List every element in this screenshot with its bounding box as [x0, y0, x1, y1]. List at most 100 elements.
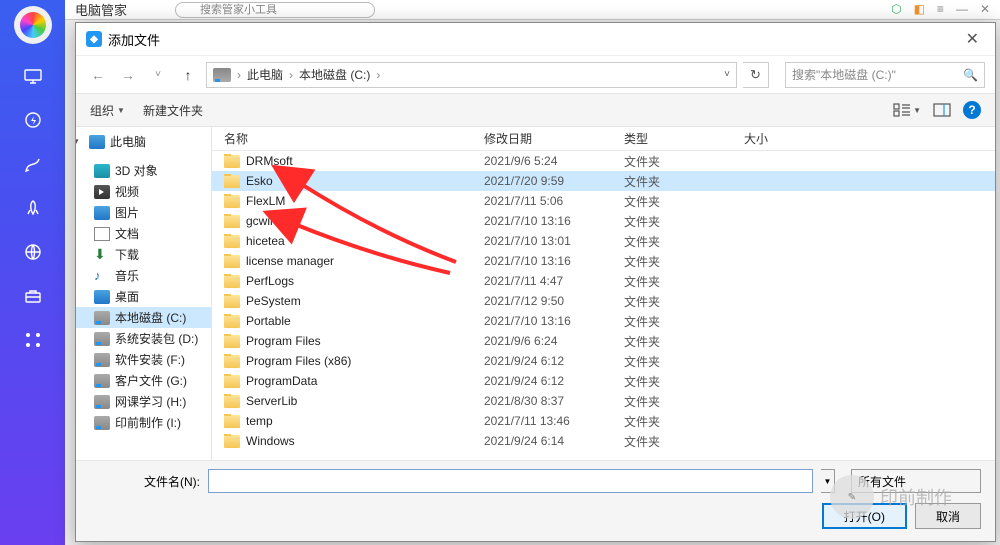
- tree-item[interactable]: ▾此电脑: [76, 131, 211, 152]
- address-dropdown[interactable]: ˅: [724, 69, 730, 80]
- close-icon[interactable]: ✕: [960, 29, 985, 49]
- sidebar-brush-icon[interactable]: [21, 152, 45, 176]
- refresh-button[interactable]: ↻: [743, 62, 769, 88]
- folder-icon: [224, 255, 240, 268]
- tree-item[interactable]: 文档: [76, 223, 211, 244]
- col-date[interactable]: 修改日期: [472, 130, 612, 147]
- app-sidebar: [0, 0, 65, 545]
- folder-icon: [224, 435, 240, 448]
- file-row[interactable]: ProgramData2021/9/24 6:12文件夹: [212, 371, 995, 391]
- tree-item[interactable]: 印前制作 (I:): [76, 412, 211, 433]
- file-dialog: ◆ 添加文件 ✕ ← → ˅ ↑ › 此电脑 › 本地磁盘 (C:) › ˅ ↻…: [75, 22, 996, 542]
- tree-item[interactable]: 3D 对象: [76, 160, 211, 181]
- file-row[interactable]: Program Files (x86)2021/9/24 6:12文件夹: [212, 351, 995, 371]
- sidebar-globe-icon[interactable]: [21, 240, 45, 264]
- preview-pane-button[interactable]: [933, 103, 951, 117]
- file-row[interactable]: FlexLM2021/7/11 5:06文件夹: [212, 191, 995, 211]
- folder-icon: [224, 355, 240, 368]
- tree-item[interactable]: 本地磁盘 (C:): [76, 307, 211, 328]
- bg-search-box[interactable]: 搜索管家小工具: [175, 2, 375, 18]
- folder-icon: [224, 235, 240, 248]
- watermark: ✎ 印前制作: [830, 467, 1000, 527]
- file-row[interactable]: PerfLogs2021/7/11 4:47文件夹: [212, 271, 995, 291]
- file-row[interactable]: gcwin2021/7/10 13:16文件夹: [212, 211, 995, 231]
- tree-icon: [94, 185, 110, 199]
- app-logo: [14, 6, 52, 44]
- tree-icon: [94, 164, 110, 178]
- bg-shirt-icon[interactable]: ◧: [914, 2, 925, 16]
- newfolder-button[interactable]: 新建文件夹: [143, 102, 203, 119]
- tree-icon: [94, 332, 110, 346]
- folder-icon: [224, 155, 240, 168]
- tree-item[interactable]: 系统安装包 (D:): [76, 328, 211, 349]
- dialog-title: 添加文件: [108, 30, 160, 49]
- col-name[interactable]: 名称: [212, 130, 472, 147]
- nav-back[interactable]: ←: [86, 63, 110, 87]
- search-icon: 🔍: [963, 68, 978, 82]
- tree-icon: [94, 206, 110, 220]
- file-row[interactable]: DRMsoft2021/9/6 5:24文件夹: [212, 151, 995, 171]
- crumb-drive[interactable]: 本地磁盘 (C:): [299, 66, 370, 83]
- help-button[interactable]: ?: [963, 101, 981, 119]
- file-row[interactable]: Program Files2021/9/6 6:24文件夹: [212, 331, 995, 351]
- col-size[interactable]: 大小: [732, 130, 995, 147]
- bg-min-icon[interactable]: —: [956, 2, 968, 16]
- file-row[interactable]: Esko2021/7/20 9:59文件夹: [212, 171, 995, 191]
- sidebar-rocket-icon[interactable]: [21, 196, 45, 220]
- nav-up[interactable]: ↑: [176, 63, 200, 87]
- address-bar: ← → ˅ ↑ › 此电脑 › 本地磁盘 (C:) › ˅ ↻ 搜索"本地磁盘 …: [76, 55, 995, 93]
- column-headers: 名称 修改日期 类型 大小: [212, 127, 995, 151]
- file-pane: 名称 修改日期 类型 大小 DRMsoft2021/9/6 5:24文件夹Esk…: [211, 127, 995, 460]
- file-row[interactable]: ServerLib2021/8/30 8:37文件夹: [212, 391, 995, 411]
- nav-forward: →: [116, 63, 140, 87]
- filename-input[interactable]: [208, 469, 813, 493]
- sidebar-bolt-icon[interactable]: [21, 108, 45, 132]
- bg-close-icon[interactable]: ✕: [980, 2, 990, 16]
- file-row[interactable]: PeSystem2021/7/12 9:50文件夹: [212, 291, 995, 311]
- file-row[interactable]: hicetea2021/7/10 13:01文件夹: [212, 231, 995, 251]
- tree-item[interactable]: 图片: [76, 202, 211, 223]
- tree-item[interactable]: ⬇下载: [76, 244, 211, 265]
- sidebar-monitor-icon[interactable]: [21, 64, 45, 88]
- folder-icon: [224, 295, 240, 308]
- tree-icon: [94, 395, 110, 409]
- crumb-pc[interactable]: 此电脑: [247, 66, 283, 83]
- filename-label: 文件名(N):: [90, 473, 200, 490]
- sidebar-grid-icon[interactable]: [21, 328, 45, 352]
- nav-recent[interactable]: ˅: [146, 63, 170, 87]
- tree-item[interactable]: 软件安装 (F:): [76, 349, 211, 370]
- file-row[interactable]: temp2021/7/11 13:46文件夹: [212, 411, 995, 431]
- file-row[interactable]: Portable2021/7/10 13:16文件夹: [212, 311, 995, 331]
- dialog-toolbar: 组织▼ 新建文件夹 ▼ ?: [76, 93, 995, 127]
- view-mode-button[interactable]: ▼: [893, 103, 921, 117]
- tree-item[interactable]: 桌面: [76, 286, 211, 307]
- file-row[interactable]: license manager2021/7/10 13:16文件夹: [212, 251, 995, 271]
- tree-icon: [94, 416, 110, 430]
- tree-icon: [94, 227, 110, 241]
- col-type[interactable]: 类型: [612, 130, 732, 147]
- tree-item[interactable]: ♪音乐: [76, 265, 211, 286]
- address-box[interactable]: › 此电脑 › 本地磁盘 (C:) › ˅: [206, 62, 737, 88]
- sidebar-toolbox-icon[interactable]: [21, 284, 45, 308]
- file-row[interactable]: Windows2021/9/24 6:14文件夹: [212, 431, 995, 451]
- tree-icon: [89, 135, 105, 149]
- tree-item[interactable]: 客户文件 (G:): [76, 370, 211, 391]
- search-input[interactable]: 搜索"本地磁盘 (C:)" 🔍: [785, 62, 985, 88]
- folder-icon: [224, 335, 240, 348]
- drive-icon: [213, 68, 231, 82]
- tree-item[interactable]: 网课学习 (H:): [76, 391, 211, 412]
- nav-tree: ▾此电脑 3D 对象视频图片文档⬇下载♪音乐桌面本地磁盘 (C:)系统安装包 (D…: [76, 127, 211, 460]
- tree-icon: [94, 374, 110, 388]
- folder-icon: [224, 415, 240, 428]
- folder-icon: [224, 175, 240, 188]
- folder-icon: [224, 215, 240, 228]
- bg-window-controls: ⬡ ◧ ≡ — ✕: [891, 2, 990, 16]
- bg-gift-icon[interactable]: ⬡: [891, 2, 901, 16]
- tree-icon: [94, 290, 110, 304]
- music-icon: ♪: [94, 268, 110, 283]
- organize-menu[interactable]: 组织▼: [90, 102, 125, 119]
- dialog-titlebar: ◆ 添加文件 ✕: [76, 23, 995, 55]
- tree-item[interactable]: 视频: [76, 181, 211, 202]
- tree-icon: [94, 353, 110, 367]
- bg-menu-icon[interactable]: ≡: [937, 2, 944, 16]
